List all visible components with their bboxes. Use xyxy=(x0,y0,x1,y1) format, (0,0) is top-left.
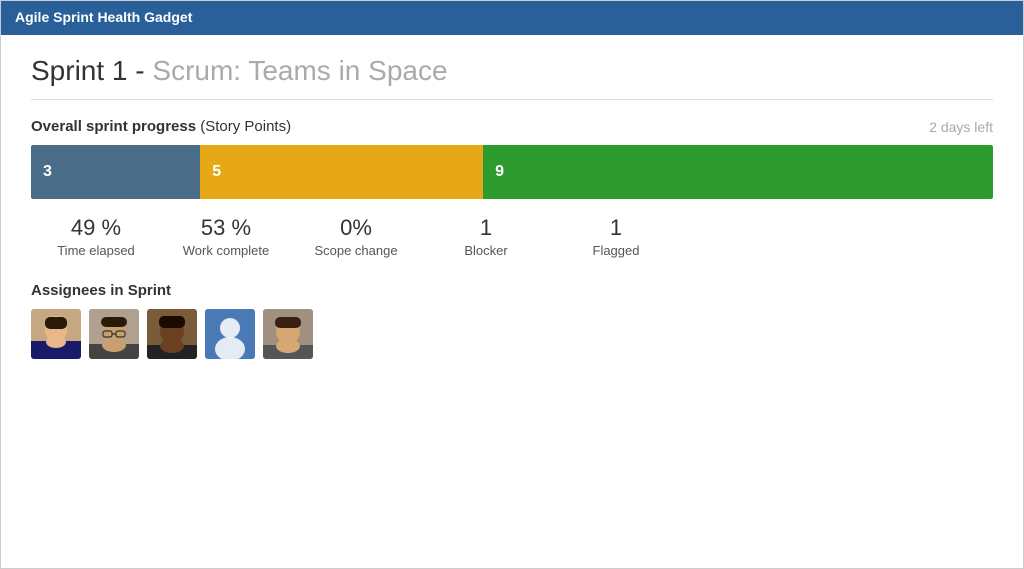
section-title-bold: Overall sprint progress xyxy=(31,118,196,135)
stat-value: 49 % xyxy=(71,215,121,241)
avatar xyxy=(147,309,197,359)
stat-label: Time elapsed xyxy=(57,243,135,258)
stat-item: 53 % Work complete xyxy=(161,215,291,258)
sprint-title-sub: Scrum: Teams in Space xyxy=(152,55,447,86)
bar-blue-label: 3 xyxy=(43,163,52,181)
stat-value: 53 % xyxy=(201,215,251,241)
progress-section-header: Overall sprint progress (Story Points) 2… xyxy=(31,118,993,135)
stat-item: 1 Blocker xyxy=(421,215,551,258)
stat-value: 1 xyxy=(610,215,622,241)
stat-value: 0% xyxy=(340,215,372,241)
assignees-section: Assignees in Sprint xyxy=(31,282,993,359)
progress-bar: 3 5 9 xyxy=(31,145,993,199)
assignees-row xyxy=(31,309,993,359)
bar-yellow: 5 xyxy=(200,145,483,199)
stat-item: 49 % Time elapsed xyxy=(31,215,161,258)
divider xyxy=(31,99,993,100)
stat-value: 1 xyxy=(480,215,492,241)
stats-row: 49 % Time elapsed 53 % Work complete 0% Scope… xyxy=(31,215,993,258)
assignees-title: Assignees in Sprint xyxy=(31,282,993,299)
gadget-body: Sprint 1 - Scrum: Teams in Space Overall… xyxy=(1,35,1023,568)
gadget-header: Agile Sprint Health Gadget xyxy=(1,1,1023,35)
section-title: Overall sprint progress (Story Points) xyxy=(31,118,291,135)
avatar xyxy=(205,309,255,359)
bar-green: 9 xyxy=(483,145,993,199)
avatar xyxy=(31,309,81,359)
bar-blue: 3 xyxy=(31,145,200,199)
stat-item: 0% Scope change xyxy=(291,215,421,258)
stat-label: Flagged xyxy=(593,243,640,258)
avatar xyxy=(89,309,139,359)
gadget-wrapper: Agile Sprint Health Gadget Sprint 1 - Sc… xyxy=(0,0,1024,569)
avatar xyxy=(263,309,313,359)
section-title-rest: (Story Points) xyxy=(196,118,291,135)
stat-label: Work complete xyxy=(183,243,269,258)
bar-green-label: 9 xyxy=(495,163,504,181)
stat-label: Scope change xyxy=(314,243,397,258)
stat-item: 1 Flagged xyxy=(551,215,681,258)
days-left: 2 days left xyxy=(929,119,993,135)
bar-yellow-label: 5 xyxy=(212,163,221,181)
sprint-title-main: Sprint 1 - xyxy=(31,55,152,86)
gadget-header-title: Agile Sprint Health Gadget xyxy=(15,9,192,25)
stat-label: Blocker xyxy=(464,243,507,258)
sprint-title: Sprint 1 - Scrum: Teams in Space xyxy=(31,55,993,87)
